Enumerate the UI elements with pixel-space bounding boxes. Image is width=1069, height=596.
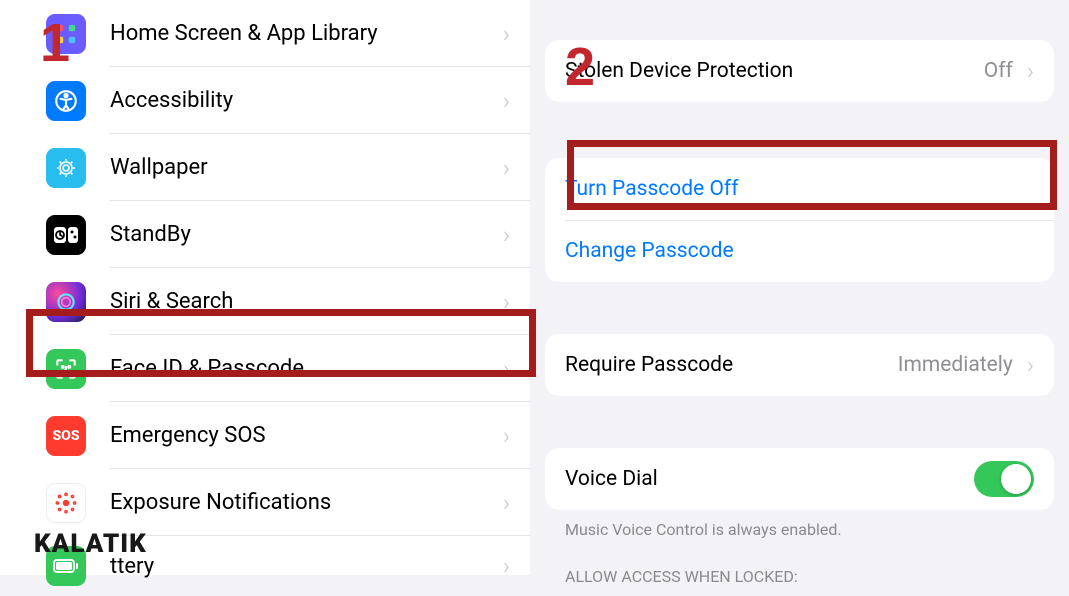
passcode-actions-group: Turn Passcode Off Change Passcode xyxy=(545,158,1054,282)
sidebar-item-label: Exposure Notifications xyxy=(110,490,503,515)
watermark: KALATIK xyxy=(34,529,147,559)
sidebar-item-label: Accessibility xyxy=(110,88,503,113)
faceid-icon xyxy=(46,349,86,389)
exposure-icon xyxy=(46,483,86,523)
chevron-right-icon: › xyxy=(503,489,510,517)
sidebar-item-home-screen[interactable]: Home Screen & App Library › xyxy=(0,0,530,67)
settings-sidebar: Home Screen & App Library › Accessibilit… xyxy=(0,0,530,575)
change-passcode-row[interactable]: Change Passcode xyxy=(545,220,1054,282)
chevron-right-icon: › xyxy=(1027,351,1034,379)
row-label: Stolen Device Protection xyxy=(565,59,984,83)
chevron-right-icon: › xyxy=(503,552,510,580)
sidebar-item-label: StandBy xyxy=(110,222,503,247)
step-number-2: 2 xyxy=(565,36,595,98)
sidebar-item-label: Siri & Search xyxy=(110,289,503,314)
stolen-device-row[interactable]: Stolen Device Protection Off › xyxy=(545,40,1054,102)
chevron-right-icon: › xyxy=(1027,57,1034,85)
voice-dial-toggle[interactable] xyxy=(974,461,1034,497)
sidebar-item-wallpaper[interactable]: Wallpaper › xyxy=(0,134,530,201)
voice-dial-footer: Music Voice Control is always enabled. xyxy=(545,510,1054,539)
standby-icon xyxy=(46,215,86,255)
voice-dial-row: Voice Dial xyxy=(545,448,1054,510)
sidebar-item-emergency-sos[interactable]: SOS Emergency SOS › xyxy=(0,402,530,469)
sidebar-item-accessibility[interactable]: Accessibility › xyxy=(0,67,530,134)
detail-panel: Stolen Device Protection Off › Turn Pass… xyxy=(530,0,1069,575)
chevron-right-icon: › xyxy=(503,20,510,48)
sidebar-item-label: Emergency SOS xyxy=(110,423,503,448)
row-label: Change Passcode xyxy=(565,239,1034,263)
chevron-right-icon: › xyxy=(503,154,510,182)
siri-icon xyxy=(46,282,86,322)
allow-access-header: ALLOW ACCESS WHEN LOCKED: xyxy=(545,539,1054,586)
row-value: Immediately xyxy=(898,353,1013,377)
row-label: Turn Passcode Off xyxy=(565,177,1034,201)
chevron-right-icon: › xyxy=(503,221,510,249)
row-label: Voice Dial xyxy=(565,467,974,491)
chevron-right-icon: › xyxy=(503,288,510,316)
require-passcode-group: Require Passcode Immediately › xyxy=(545,334,1054,396)
sidebar-item-standby[interactable]: StandBy › xyxy=(0,201,530,268)
chevron-right-icon: › xyxy=(503,355,510,383)
sos-icon: SOS xyxy=(46,416,86,456)
sidebar-item-label: Home Screen & App Library xyxy=(110,21,503,46)
accessibility-icon xyxy=(46,81,86,121)
stolen-device-group: Stolen Device Protection Off › xyxy=(545,40,1054,102)
sidebar-item-exposure[interactable]: Exposure Notifications › xyxy=(0,469,530,536)
step-number-1: 1 xyxy=(40,12,70,74)
chevron-right-icon: › xyxy=(503,422,510,450)
wallpaper-icon xyxy=(46,148,86,188)
row-value: Off xyxy=(984,59,1013,83)
sidebar-item-faceid[interactable]: Face ID & Passcode › xyxy=(0,335,530,402)
chevron-right-icon: › xyxy=(503,87,510,115)
turn-passcode-off-row[interactable]: Turn Passcode Off xyxy=(545,158,1054,220)
sidebar-item-siri[interactable]: Siri & Search › xyxy=(0,268,530,335)
row-label: Require Passcode xyxy=(565,353,898,377)
require-passcode-row[interactable]: Require Passcode Immediately › xyxy=(545,334,1054,396)
sidebar-item-label: Face ID & Passcode xyxy=(110,356,503,381)
voice-dial-group: Voice Dial xyxy=(545,448,1054,510)
sidebar-item-label: Wallpaper xyxy=(110,155,503,180)
